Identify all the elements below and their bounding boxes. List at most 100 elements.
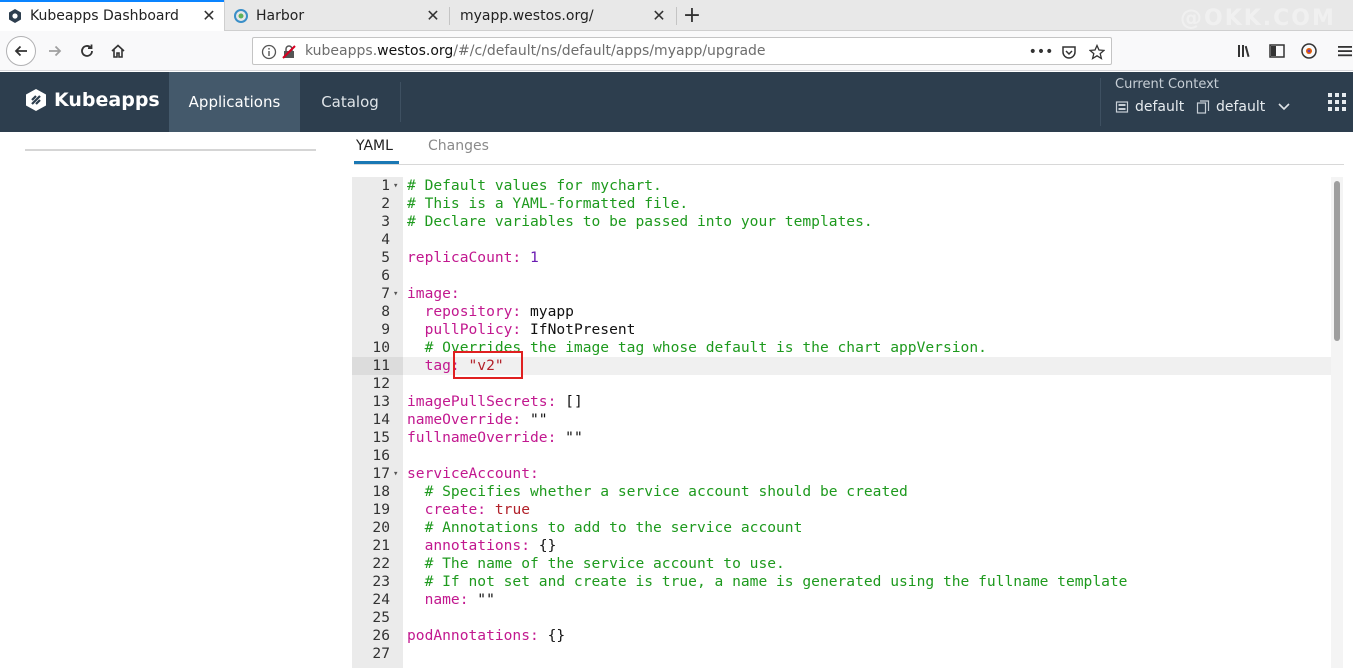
- url-text[interactable]: kubeapps.westos.org/#/c/default/ns/defau…: [305, 43, 766, 59]
- browser-tab-kubeapps[interactable]: Kubeapps Dashboard ✕: [0, 0, 225, 32]
- code-token-bool: true: [494, 501, 531, 518]
- back-button[interactable]: [6, 36, 36, 66]
- tab-divider: [676, 7, 677, 25]
- code-token-key: annotations:: [407, 537, 539, 554]
- library-icon[interactable]: [1236, 42, 1254, 60]
- line-number: 20: [372, 519, 390, 536]
- tabs-underline: [354, 164, 1344, 165]
- insecure-lock-icon[interactable]: [281, 44, 297, 60]
- code-line[interactable]: 15 fullnameOverride: "": [352, 429, 1332, 447]
- editor-scrollbar[interactable]: [1331, 177, 1343, 668]
- code-line[interactable]: 27: [352, 645, 1332, 663]
- menu-divider: [400, 82, 401, 122]
- fold-toggle-icon[interactable]: ▾: [393, 285, 398, 303]
- code-token-plain: []: [565, 393, 583, 410]
- code-token-key: podAnnotations:: [407, 627, 548, 644]
- highlight-annotation-box: [453, 351, 523, 379]
- account-icon[interactable]: [1300, 42, 1318, 60]
- code-text: name: "": [407, 591, 495, 609]
- code-line[interactable]: 9 pullPolicy: IfNotPresent: [352, 321, 1332, 339]
- code-line[interactable]: 13 imagePullSecrets: []: [352, 393, 1332, 411]
- code-token-plain: "": [565, 429, 583, 446]
- code-text: imagePullSecrets: []: [407, 393, 583, 411]
- code-text: fullnameOverride: "": [407, 429, 583, 447]
- context-namespace[interactable]: default: [1196, 99, 1265, 115]
- code-line[interactable]: 8 repository: myapp: [352, 303, 1332, 321]
- fold-toggle-icon[interactable]: ▾: [393, 177, 398, 195]
- close-tab-icon[interactable]: ✕: [426, 6, 440, 25]
- code-token-key: fullnameOverride:: [407, 429, 566, 446]
- tab-changes[interactable]: Changes: [428, 138, 489, 164]
- code-token-comment: # Specifies whether a service account sh…: [407, 483, 908, 500]
- code-line[interactable]: 4: [352, 231, 1332, 249]
- line-number: 21: [372, 537, 390, 554]
- code-text: # Annotations to add to the service acco…: [407, 519, 803, 537]
- kubeapps-home-link[interactable]: Kubeapps: [24, 88, 160, 112]
- reload-button[interactable]: [72, 36, 102, 66]
- code-line[interactable]: 19 create: true: [352, 501, 1332, 519]
- code-line[interactable]: 17 ▾ serviceAccount:: [352, 465, 1332, 483]
- code-line[interactable]: 3 # Declare variables to be passed into y…: [352, 213, 1332, 231]
- line-number: 9: [381, 321, 390, 338]
- code-text: image:: [407, 285, 460, 303]
- code-token-plain: IfNotPresent: [530, 321, 636, 338]
- info-icon[interactable]: [261, 44, 277, 60]
- code-text: create: true: [407, 501, 530, 519]
- brand-name: Kubeapps: [54, 89, 160, 111]
- address-bar[interactable]: kubeapps.westos.org/#/c/default/ns/defau…: [252, 37, 1112, 65]
- code-text: serviceAccount:: [407, 465, 539, 483]
- code-line[interactable]: 16: [352, 447, 1332, 465]
- app-grid-icon[interactable]: [1327, 92, 1347, 112]
- nav-catalog[interactable]: Catalog: [300, 72, 400, 132]
- code-line[interactable]: 6: [352, 267, 1332, 285]
- bookmark-star-icon[interactable]: [1089, 44, 1105, 60]
- code-line[interactable]: 25: [352, 609, 1332, 627]
- yaml-editor[interactable]: 1 ▾ # Default values for mychart. 2 # This i…: [352, 177, 1343, 668]
- line-number: 10: [372, 339, 390, 356]
- code-text: # Specifies whether a service account sh…: [407, 483, 908, 501]
- context-cluster[interactable]: default: [1115, 99, 1184, 115]
- code-line[interactable]: 20 # Annotations to add to the service a…: [352, 519, 1332, 537]
- code-line[interactable]: 21 annotations: {}: [352, 537, 1332, 555]
- code-line[interactable]: 26 podAnnotations: {}: [352, 627, 1332, 645]
- browser-navigation-bar: kubeapps.westos.org/#/c/default/ns/defau…: [0, 31, 1353, 71]
- browser-tab-harbor[interactable]: Harbor ✕: [226, 0, 448, 31]
- fold-toggle-icon[interactable]: ▾: [393, 465, 398, 483]
- code-token-key: nameOverride:: [407, 411, 531, 428]
- new-tab-button[interactable]: +: [680, 3, 704, 28]
- home-icon: [111, 44, 125, 58]
- line-number: 13: [372, 393, 390, 410]
- line-number: 16: [372, 447, 390, 464]
- code-line[interactable]: 24 name: "": [352, 591, 1332, 609]
- code-line[interactable]: 5 replicaCount: 1: [352, 249, 1332, 267]
- kubeapps-favicon-icon: [8, 9, 22, 23]
- code-line[interactable]: 2 # This is a YAML-formatted file.: [352, 195, 1332, 213]
- sidebar-icon[interactable]: [1268, 42, 1286, 60]
- nav-applications[interactable]: Applications: [169, 72, 300, 132]
- scrollbar-thumb[interactable]: [1334, 181, 1340, 341]
- code-line[interactable]: 14 nameOverride: "": [352, 411, 1332, 429]
- browser-tab-myapp[interactable]: myapp.westos.org/ ✕: [452, 0, 674, 31]
- watermark: @OKK.COM: [1180, 6, 1336, 31]
- code-token-key: imagePullSecrets:: [407, 393, 566, 410]
- hamburger-menu-icon[interactable]: [1336, 42, 1353, 60]
- code-text: pullPolicy: IfNotPresent: [407, 321, 636, 339]
- code-line[interactable]: 23 # If not set and create is true, a na…: [352, 573, 1332, 591]
- pocket-icon[interactable]: [1061, 44, 1077, 60]
- chevron-down-icon[interactable]: [1277, 99, 1291, 113]
- arrow-right-icon: [49, 45, 62, 57]
- code-token-key: replicaCount:: [407, 249, 531, 266]
- code-token-plain: myapp: [530, 303, 574, 320]
- forward-button[interactable]: [40, 36, 70, 66]
- close-tab-icon[interactable]: ✕: [202, 6, 216, 25]
- code-line[interactable]: 22 # The name of the service account to …: [352, 555, 1332, 573]
- cluster-icon: [1115, 101, 1129, 113]
- page-actions-icon[interactable]: •••: [1029, 44, 1054, 60]
- code-line[interactable]: 7 ▾ image:: [352, 285, 1332, 303]
- code-line[interactable]: 1 ▾ # Default values for mychart.: [352, 177, 1332, 195]
- code-line[interactable]: 18 # Specifies whether a service account…: [352, 483, 1332, 501]
- context-divider: [1100, 78, 1101, 126]
- home-button[interactable]: [103, 36, 133, 66]
- tab-yaml[interactable]: YAML: [354, 138, 399, 164]
- close-tab-icon[interactable]: ✕: [652, 6, 666, 25]
